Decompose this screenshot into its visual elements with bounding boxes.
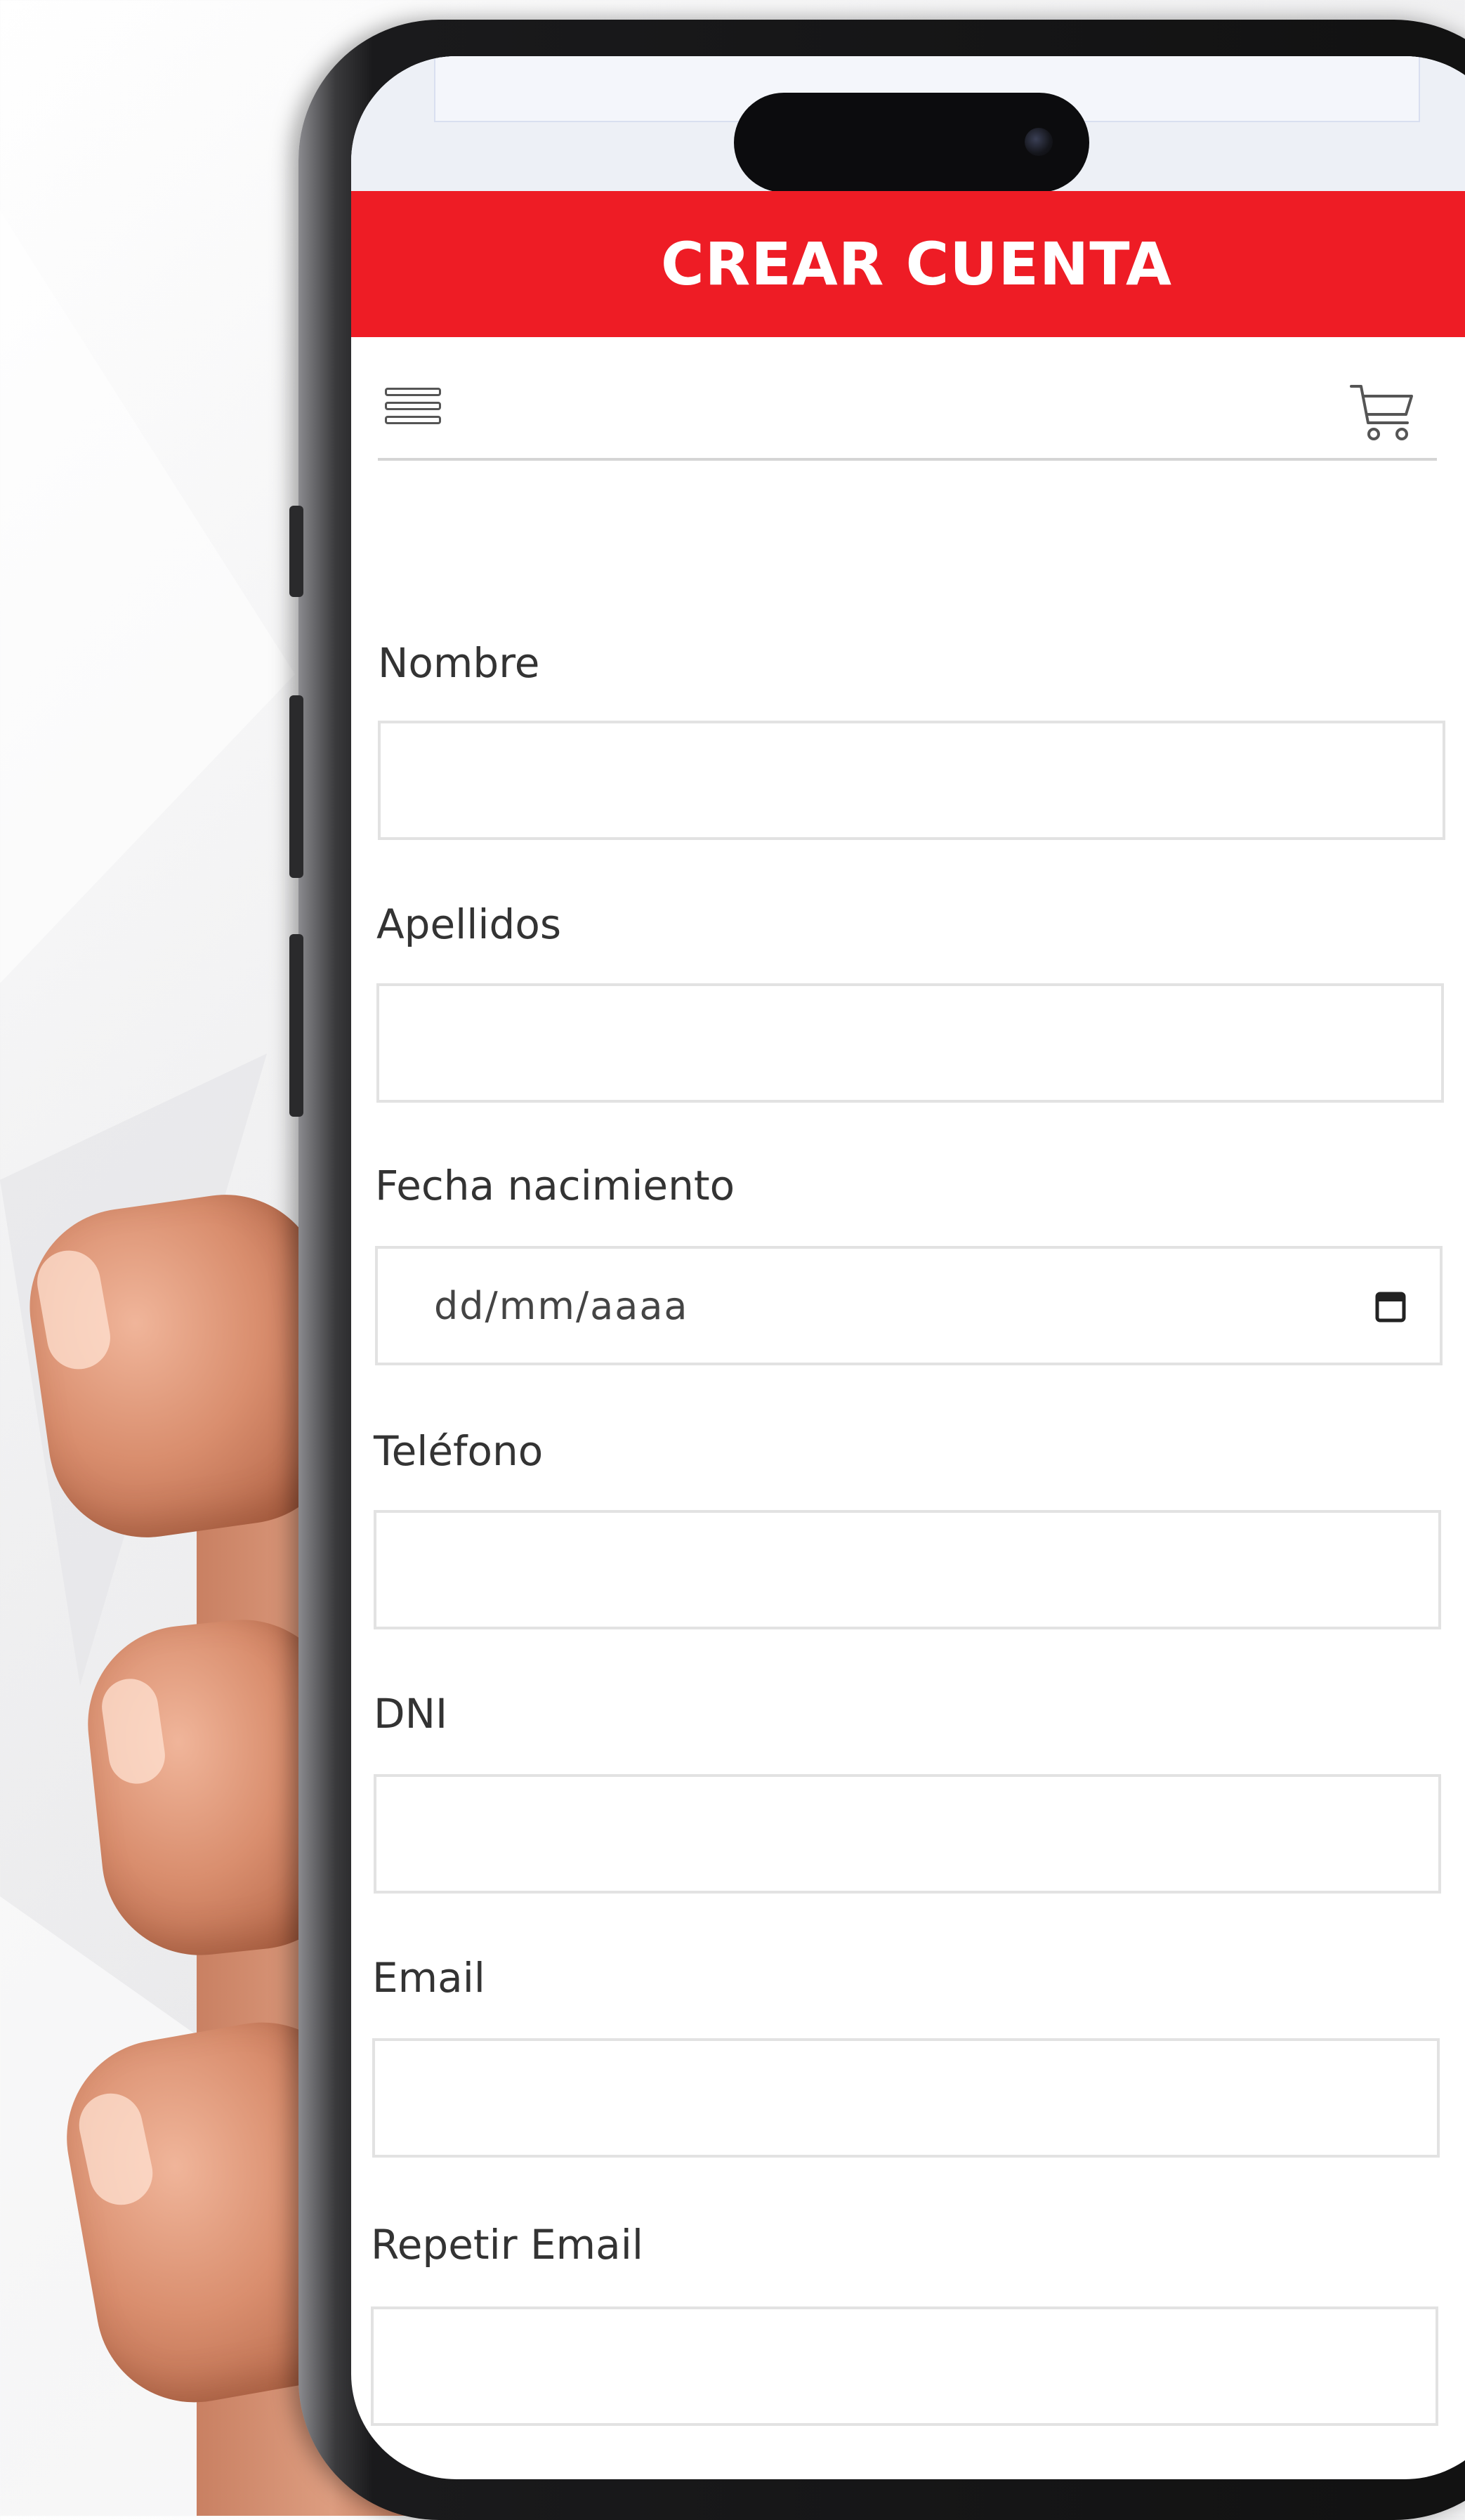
shopping-cart-icon[interactable]: [1347, 379, 1417, 447]
camera-icon: [1025, 128, 1053, 156]
fecha-nacimiento-input[interactable]: dd/mm/aaaa: [375, 1246, 1443, 1365]
field-label-telefono: Teléfono: [374, 1427, 544, 1475]
field-label-fecha-nacimiento: Fecha nacimiento: [375, 1162, 735, 1209]
phone-side-button: [289, 506, 303, 597]
email-input[interactable]: [372, 2038, 1440, 2158]
date-placeholder: dd/mm/aaaa: [434, 1284, 689, 1328]
page-title: CREAR CUENTA: [661, 230, 1172, 298]
calendar-icon[interactable]: [1375, 1289, 1406, 1323]
apellidos-input[interactable]: [376, 983, 1444, 1103]
repetir-email-input[interactable]: [371, 2306, 1438, 2426]
phone-side-button: [289, 934, 303, 1117]
field-label-dni: DNI: [374, 1690, 448, 1738]
telefono-input[interactable]: [374, 1510, 1441, 1629]
page-header: CREAR CUENTA: [351, 191, 1465, 337]
field-label-nombre: Nombre: [378, 639, 540, 687]
phone-side-button: [289, 695, 303, 878]
field-label-repetir-email: Repetir Email: [371, 2221, 643, 2269]
nombre-input[interactable]: [378, 721, 1445, 840]
hamburger-menu-icon[interactable]: [385, 388, 444, 431]
dni-input[interactable]: [374, 1774, 1441, 1894]
background-shape: [0, 211, 295, 983]
phone-screen: CREAR CUENTA Nombre Apellidos Fecha naci…: [351, 56, 1465, 2479]
field-label-apellidos: Apellidos: [376, 900, 562, 948]
nav-bar: [378, 337, 1437, 461]
field-label-email: Email: [372, 1954, 485, 2002]
dynamic-island: [734, 93, 1089, 192]
